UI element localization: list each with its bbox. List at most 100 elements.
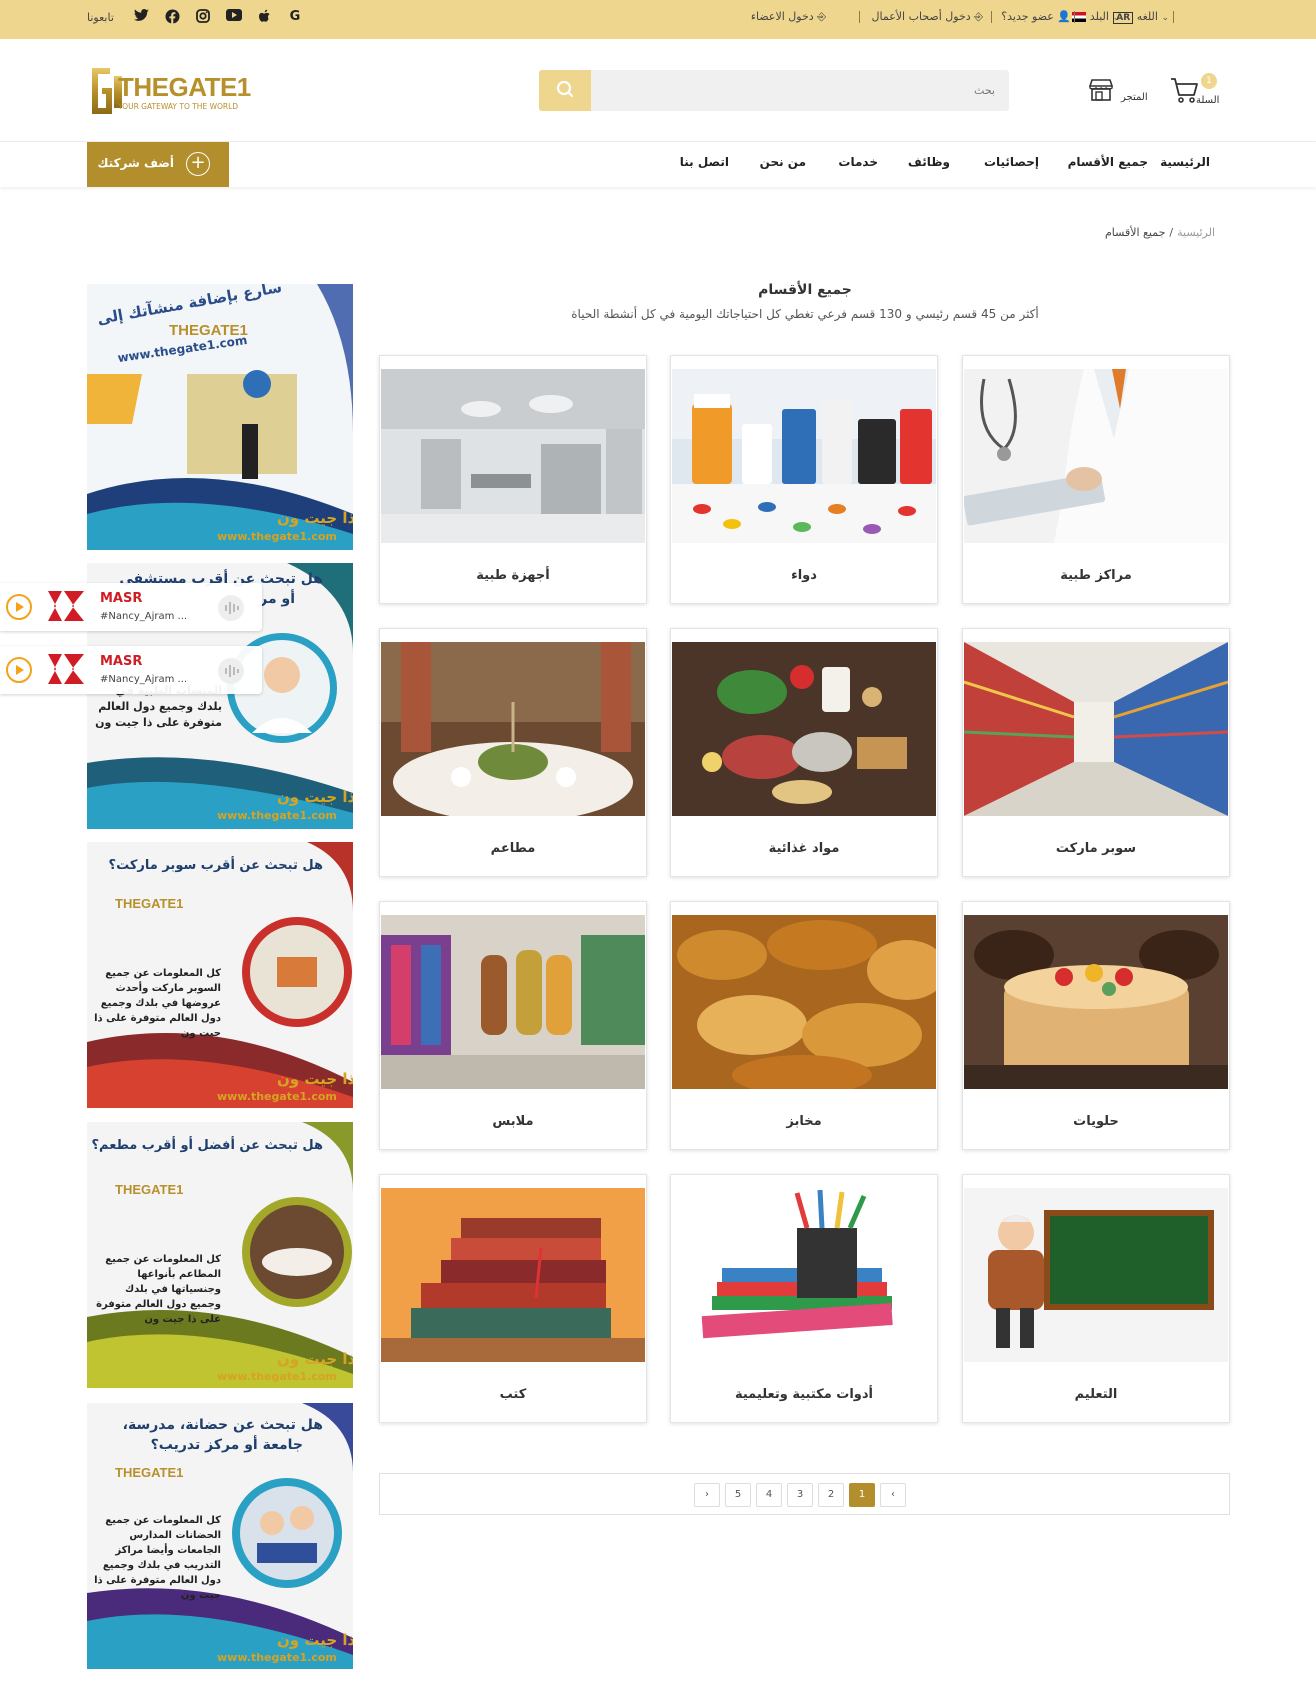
ad-footer-brand: ذا جيت ون — [277, 1631, 353, 1649]
apple-icon[interactable] — [257, 9, 273, 25]
sweets-image — [964, 915, 1228, 1089]
category-label: التعليم — [1074, 1387, 1118, 1402]
clothes-image — [381, 915, 645, 1089]
station-logo-icon — [48, 591, 84, 621]
pagination-prev[interactable]: ‹ — [880, 1483, 906, 1507]
ad-footer-url: www.thegate1.com — [217, 809, 337, 822]
nav-home[interactable]: الرئيسية — [1160, 155, 1210, 169]
breadcrumb-home[interactable]: الرئيسية — [1177, 226, 1215, 239]
radio-player-widget[interactable]: MASR #Nancy_Ajram ... — [0, 583, 262, 631]
category-label: مواد غذائية — [768, 841, 840, 856]
login-icon: ⎆ — [974, 10, 983, 23]
medicine-image — [672, 369, 936, 543]
pagination-page-4[interactable]: 4 — [756, 1483, 782, 1507]
category-label: حلويات — [1073, 1114, 1119, 1129]
nav-statistics[interactable]: إحصائيات — [984, 155, 1039, 169]
pagination-page-2[interactable]: 2 — [818, 1483, 844, 1507]
language-selector[interactable]: ⌄ اللغه AR — [1110, 10, 1169, 24]
ad-footer-url: www.thegate1.com — [217, 530, 337, 543]
food-image — [672, 642, 936, 816]
ad-footer-brand: ذا جيت ون — [277, 788, 353, 806]
logo-wordmark: THEGATE1 — [118, 72, 251, 102]
add-company-label: أضف شركتك — [97, 156, 175, 170]
category-card-medical-devices[interactable]: أجهزة طبية — [379, 355, 647, 604]
cart-count-badge: 1 — [1201, 73, 1217, 89]
education-image — [964, 1188, 1228, 1362]
nav-about[interactable]: من نحن — [760, 155, 806, 169]
nav-contact[interactable]: اتصل بنا — [680, 155, 729, 169]
instagram-icon[interactable] — [195, 9, 211, 25]
category-card-medicine[interactable]: دواء — [670, 355, 938, 604]
ad-brand: THEGATE1 — [115, 1182, 184, 1197]
radio-track-name: #Nancy_Ajram ... — [100, 674, 188, 685]
sidebar-ad-add-business[interactable]: سارع بإضافة منشآتك إلى THEGATE1 www.theg… — [87, 284, 353, 550]
ad-body: كل المعلومات عن جميع السوبر ماركت وأحدث … — [94, 968, 221, 1039]
pagination-page-1[interactable]: 1 — [849, 1483, 875, 1507]
ad-footer-url: www.thegate1.com — [217, 1651, 337, 1664]
search-input[interactable] — [600, 78, 995, 102]
radio-station-name: MASR — [100, 591, 143, 606]
category-card-supermarket[interactable]: سوبر ماركت — [962, 628, 1230, 877]
category-card-restaurants[interactable]: مطاعم — [379, 628, 647, 877]
youtube-icon[interactable] — [226, 9, 242, 25]
ad-headline: هل تبحث عن أقرب سوبر ماركت؟ — [108, 858, 323, 873]
sidebar-ad-education[interactable]: هل تبحث عن حضانة، مدرسة، جامعة أو مركز ت… — [87, 1403, 353, 1669]
ad-footer-brand: ذا جيت ون — [277, 509, 353, 527]
play-button[interactable] — [6, 594, 32, 620]
audio-wave-icon — [218, 595, 244, 621]
ad-body: كل المعلومات عن جميع الحضانات المدارس ال… — [94, 1515, 221, 1601]
follow-us-label: تابعونا — [87, 11, 114, 24]
category-label: ملابس — [492, 1114, 534, 1129]
nav-services[interactable]: خدمات — [838, 155, 878, 169]
ad-footer-brand: ذا جيت ون — [277, 1070, 353, 1088]
category-label: أدوات مكتبية وتعليمية — [734, 1387, 873, 1402]
category-label: سوبر ماركت — [1055, 841, 1137, 856]
store-label: المتجر — [1121, 92, 1148, 103]
category-card-food[interactable]: مواد غذائية — [670, 628, 938, 877]
breadcrumb-separator: / — [1169, 226, 1174, 239]
category-card-education[interactable]: التعليم — [962, 1174, 1230, 1423]
nav-all-categories[interactable]: جميع الأقسام — [1068, 155, 1148, 169]
category-label: أجهزة طبية — [476, 568, 550, 583]
medical-centers-image — [964, 369, 1228, 543]
category-card-medical-centers[interactable]: مراكز طبية — [962, 355, 1230, 604]
ad-headline-line2: أو مر — [259, 591, 295, 607]
sidebar-ad-supermarket[interactable]: هل تبحث عن أقرب سوبر ماركت؟ THEGATE1 كل … — [87, 842, 353, 1108]
ad-headline-line2: جامعة أو مركز تدريب؟ — [150, 1437, 303, 1453]
ad-footer-url: www.thegate1.com — [217, 1370, 337, 1383]
stationery-image — [672, 1188, 936, 1362]
store-button[interactable]: المتجر — [1088, 78, 1154, 112]
pagination-page-5[interactable]: 5 — [725, 1483, 751, 1507]
google-icon[interactable]: G — [287, 9, 303, 25]
new-member-link[interactable]: 👤 عضو جديد؟ — [1001, 10, 1071, 23]
category-card-books[interactable]: كتب — [379, 1174, 647, 1423]
category-label: مراكز طبية — [1060, 568, 1132, 583]
twitter-icon[interactable] — [133, 9, 149, 25]
site-logo[interactable]: THEGATE1 YOUR GATEWAY TO THE WORLD — [88, 64, 258, 122]
medical-devices-image — [381, 369, 645, 543]
category-card-stationery[interactable]: أدوات مكتبية وتعليمية — [670, 1174, 938, 1423]
search-button[interactable] — [539, 70, 591, 111]
category-card-sweets[interactable]: حلويات — [962, 901, 1230, 1150]
cart-label: السلة — [1196, 95, 1220, 106]
cart-button[interactable]: 1 السلة — [1170, 73, 1230, 113]
facebook-icon[interactable] — [164, 9, 180, 25]
radio-station-name: MASR — [100, 654, 143, 669]
category-card-bakeries[interactable]: مخابز — [670, 901, 938, 1150]
divider — [1074, 11, 1075, 23]
nav-jobs[interactable]: وظائف — [908, 155, 950, 169]
divider — [991, 11, 992, 23]
play-button[interactable] — [6, 657, 32, 683]
business-login-link[interactable]: ⎆ دخول أصحاب الأعمال — [872, 10, 983, 24]
member-login-link[interactable]: ⎆ دخول الاعضاء — [751, 10, 826, 24]
pagination-next[interactable]: › — [694, 1483, 720, 1507]
radio-player-widget[interactable]: MASR #Nancy_Ajram ... — [0, 646, 262, 694]
play-icon — [16, 602, 24, 612]
sidebar-ad-restaurant[interactable]: هل تبحث عن أفضل أو أقرب مطعم؟ THEGATE1 ك… — [87, 1122, 353, 1388]
category-card-clothes[interactable]: ملابس — [379, 901, 647, 1150]
restaurants-image — [381, 642, 645, 816]
divider — [859, 11, 860, 23]
pagination-page-3[interactable]: 3 — [787, 1483, 813, 1507]
play-icon — [16, 665, 24, 675]
ad-headline: هل تبحث عن أفضل أو أقرب مطعم؟ — [91, 1138, 324, 1153]
